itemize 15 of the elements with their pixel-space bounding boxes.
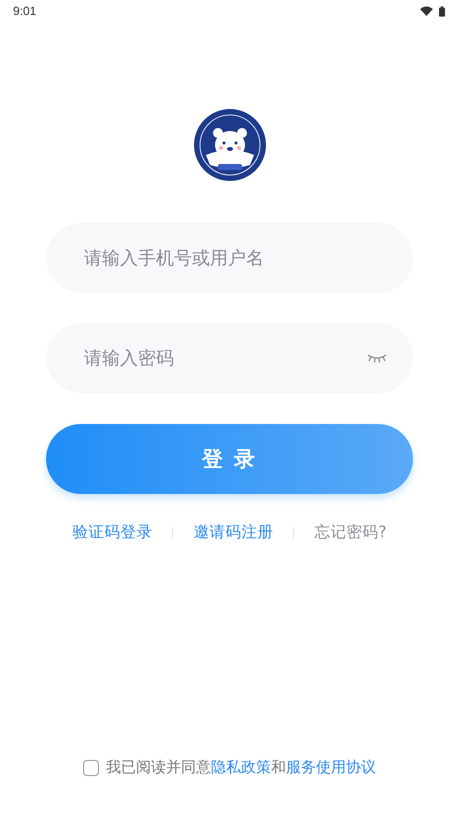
username-field[interactable]: 请输入手机号或用户名 [46, 223, 413, 293]
agreement-checkbox[interactable] [83, 760, 99, 776]
policy-link[interactable]: 服务使用协议 [286, 758, 376, 776]
closed-eye-icon[interactable] [367, 353, 387, 363]
battery-icon [439, 6, 445, 16]
link[interactable]: 忘记密码? [314, 522, 387, 543]
agreement-text: 我已阅读并同意隐私政策和服务使用协议 [106, 758, 376, 777]
bear-logo-icon [194, 109, 266, 181]
link[interactable]: 验证码登录 [72, 522, 152, 543]
wifi-icon [420, 6, 433, 16]
link[interactable]: 邀请码注册 [193, 522, 274, 543]
password-field[interactable]: 请输入密码 [46, 323, 413, 393]
status-time: 9:01 [13, 4, 36, 18]
login-button[interactable]: 登 录 [46, 424, 413, 494]
policy-link[interactable]: 隐私政策 [211, 758, 271, 776]
